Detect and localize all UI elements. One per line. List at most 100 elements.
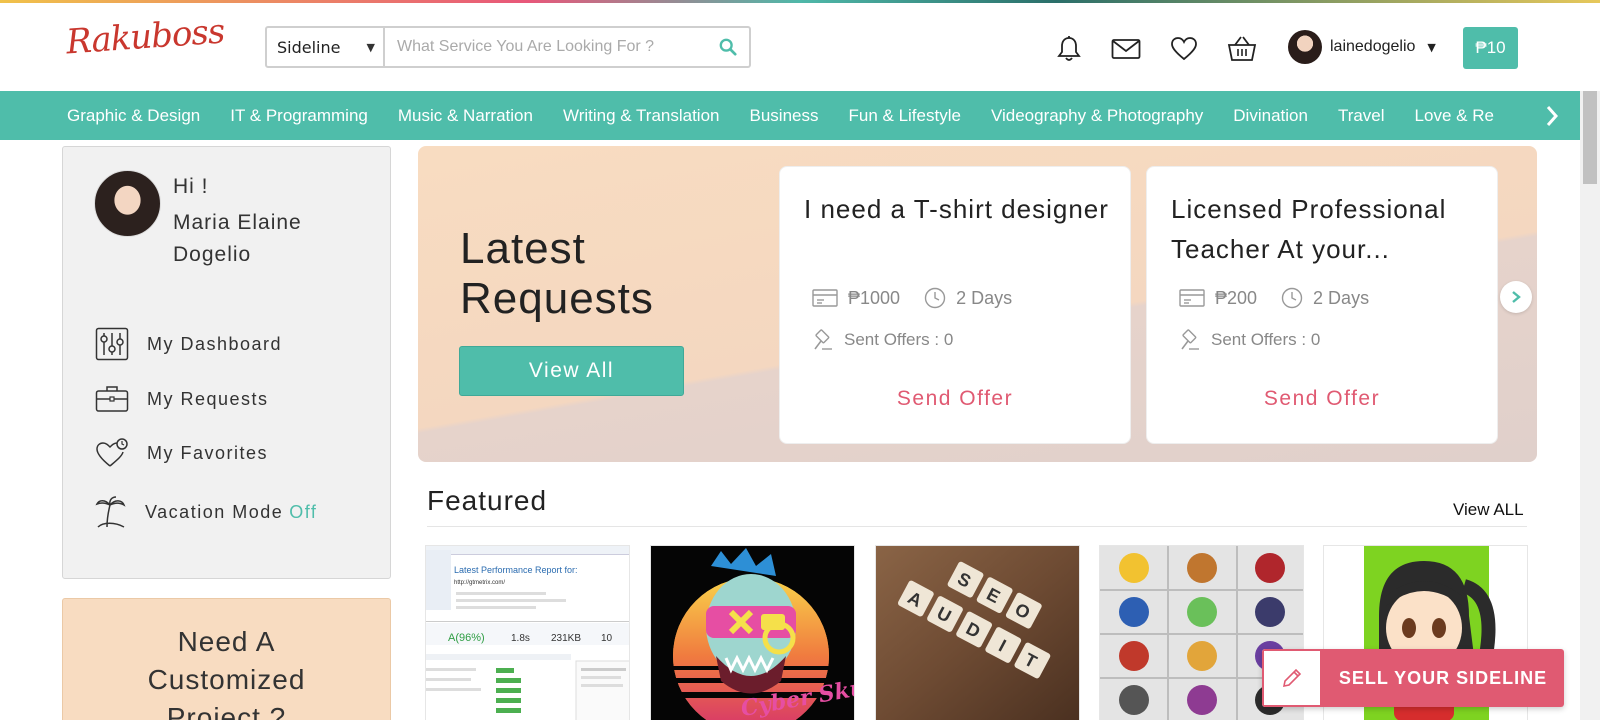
chevron-right-icon — [1546, 105, 1559, 126]
mail-icon — [1111, 39, 1141, 59]
budget-icon — [812, 289, 838, 307]
category-next-button[interactable] — [1537, 91, 1567, 140]
category-item[interactable]: Travel — [1338, 106, 1385, 126]
request-card[interactable]: I need a T-shirt designer ₱1000 2 Days S… — [779, 166, 1131, 444]
svg-text:1.8s: 1.8s — [511, 633, 530, 644]
report-url: http://gtmetrix.com/ — [454, 580, 505, 586]
gavel-icon — [1181, 329, 1199, 350]
request-offers-count: Sent Offers : 0 — [1211, 330, 1321, 349]
category-list: Graphic & Design IT & Programming Music & … — [67, 91, 1527, 140]
request-offers: Sent Offers : 0 — [1179, 329, 1320, 351]
sidebar-item-label: My Favorites — [147, 442, 269, 463]
sidebar-item-requests[interactable]: My Requests — [95, 385, 269, 413]
request-budget: ₱200 — [1215, 287, 1258, 308]
custom-project-card[interactable]: Need A Customized Project ? — [62, 598, 391, 720]
bell-icon — [1057, 36, 1081, 61]
profile-card: Hi ! Maria Elaine Dogelio My Dashboard M… — [62, 146, 391, 579]
category-item[interactable]: IT & Programming — [230, 106, 368, 126]
svg-text:231KB: 231KB — [551, 633, 581, 644]
request-title: Licensed Professional Teacher At your... — [1171, 194, 1447, 264]
sidebar-item-label: My Requests — [147, 388, 269, 409]
request-budget: ₱1000 — [848, 287, 901, 308]
search-button[interactable] — [707, 28, 749, 66]
custom-project-title: Need A Customized Project ? — [147, 626, 306, 720]
performance-report-thumbnail: Latest Performance Report for: http://gt… — [426, 546, 629, 720]
category-item[interactable]: Music & Narration — [398, 106, 533, 126]
caret-down-icon: ▼ — [1427, 40, 1436, 54]
category-item[interactable]: Fun & Lifestyle — [848, 106, 960, 126]
send-offer-button[interactable]: Send Offer — [1147, 387, 1497, 411]
request-meta: ₱1000 2 Days — [812, 287, 1012, 309]
user-menu[interactable]: lainedogelio ▼ — [1288, 28, 1436, 66]
requests-next-button[interactable] — [1500, 281, 1532, 313]
latest-requests-title: Latest Requests — [460, 224, 654, 323]
category-item[interactable]: Graphic & Design — [67, 106, 200, 126]
basket-icon — [1227, 36, 1257, 61]
view-all-requests-button[interactable]: View All — [459, 346, 684, 396]
scrollbar-thumb[interactable] — [1583, 91, 1597, 184]
category-item[interactable]: Writing & Translation — [563, 106, 720, 126]
site-header: Rakuboss Sideline ▼ What Service You Are… — [0, 3, 1600, 91]
page-scrollbar[interactable] — [1580, 91, 1600, 720]
featured-item[interactable]: S E O A U D I T — [875, 545, 1080, 720]
palm-tree-icon — [95, 496, 126, 528]
request-offers-count: Sent Offers : 0 — [844, 330, 954, 349]
category-nav: Graphic & Design IT & Programming Music & … — [0, 91, 1600, 140]
pencil-icon — [1282, 668, 1302, 688]
heart-icon — [1171, 37, 1197, 61]
latest-requests-banner: Latest Requests View All I need a T-shir… — [418, 146, 1537, 462]
request-offers: Sent Offers : 0 — [812, 329, 953, 351]
site-logo[interactable]: Rakuboss — [65, 12, 226, 63]
favorites-button[interactable] — [1168, 33, 1200, 65]
avatar — [1288, 30, 1322, 64]
profile-name: Maria Elaine Dogelio — [173, 211, 302, 266]
category-item[interactable]: Love & Re — [1415, 106, 1494, 126]
featured-view-all-link[interactable]: View ALL — [1453, 500, 1524, 520]
featured-title: Featured — [427, 485, 548, 516]
search-bar: Sideline ▼ — [265, 26, 751, 68]
vacation-mode-label: Vacation Mode — [145, 501, 284, 522]
briefcase-icon — [95, 386, 129, 412]
heart-clock-icon — [96, 438, 128, 467]
sell-icon-box — [1262, 649, 1322, 707]
cart-button[interactable] — [1226, 33, 1258, 65]
wallet-balance-button[interactable]: ₱10 — [1463, 27, 1518, 69]
featured-item[interactable]: Latest Performance Report for: http://gt… — [425, 545, 630, 720]
sell-your-sideline-button[interactable]: SELL YOUR SIDELINE — [1262, 649, 1564, 707]
sidebar-item-label: My Dashboard — [147, 333, 283, 354]
notifications-button[interactable] — [1053, 33, 1085, 65]
profile-avatar[interactable] — [94, 170, 161, 237]
svg-text:A(96%): A(96%) — [448, 632, 485, 644]
category-item[interactable]: Business — [750, 106, 819, 126]
search-category-select[interactable]: Sideline ▼ — [267, 28, 385, 66]
sidebar-item-vacation-mode[interactable]: Vacation Mode Off — [95, 495, 317, 529]
request-meta: ₱200 2 Days — [1179, 287, 1369, 309]
caret-down-icon: ▼ — [366, 40, 375, 54]
sell-your-sideline-label: SELL YOUR SIDELINE — [1322, 649, 1564, 707]
budget-icon — [1179, 289, 1205, 307]
request-duration: 2 Days — [956, 287, 1013, 308]
sidebar-item-favorites[interactable]: My Favorites — [95, 437, 268, 469]
sliders-icon — [95, 327, 129, 361]
request-card[interactable]: Licensed Professional Teacher At your...… — [1146, 166, 1498, 444]
search-category-value: Sideline — [277, 37, 341, 57]
vacation-mode-state[interactable]: Off — [289, 502, 317, 522]
send-offer-button[interactable]: Send Offer — [780, 387, 1130, 411]
clock-icon — [924, 287, 946, 309]
category-item[interactable]: Divination — [1233, 106, 1308, 126]
request-duration: 2 Days — [1313, 287, 1370, 308]
sidebar-item-dashboard[interactable]: My Dashboard — [95, 327, 282, 361]
svg-text:10: 10 — [601, 633, 613, 644]
cyber-skull-thumbnail: Cyber Skull — [651, 546, 854, 720]
search-icon — [719, 38, 737, 56]
search-input[interactable] — [385, 28, 707, 66]
messages-button[interactable] — [1110, 33, 1142, 65]
featured-item[interactable]: Cyber Skull — [650, 545, 855, 720]
report-title: Latest Performance Report for: — [454, 565, 578, 575]
sidebar-item-label: Vacation Mode Off — [145, 502, 317, 523]
request-title: I need a T-shirt designer — [804, 194, 1109, 224]
chevron-right-icon — [1512, 291, 1521, 303]
greeting: Hi ! — [173, 175, 209, 198]
category-item[interactable]: Videography & Photography — [991, 106, 1203, 126]
divider — [427, 526, 1527, 527]
